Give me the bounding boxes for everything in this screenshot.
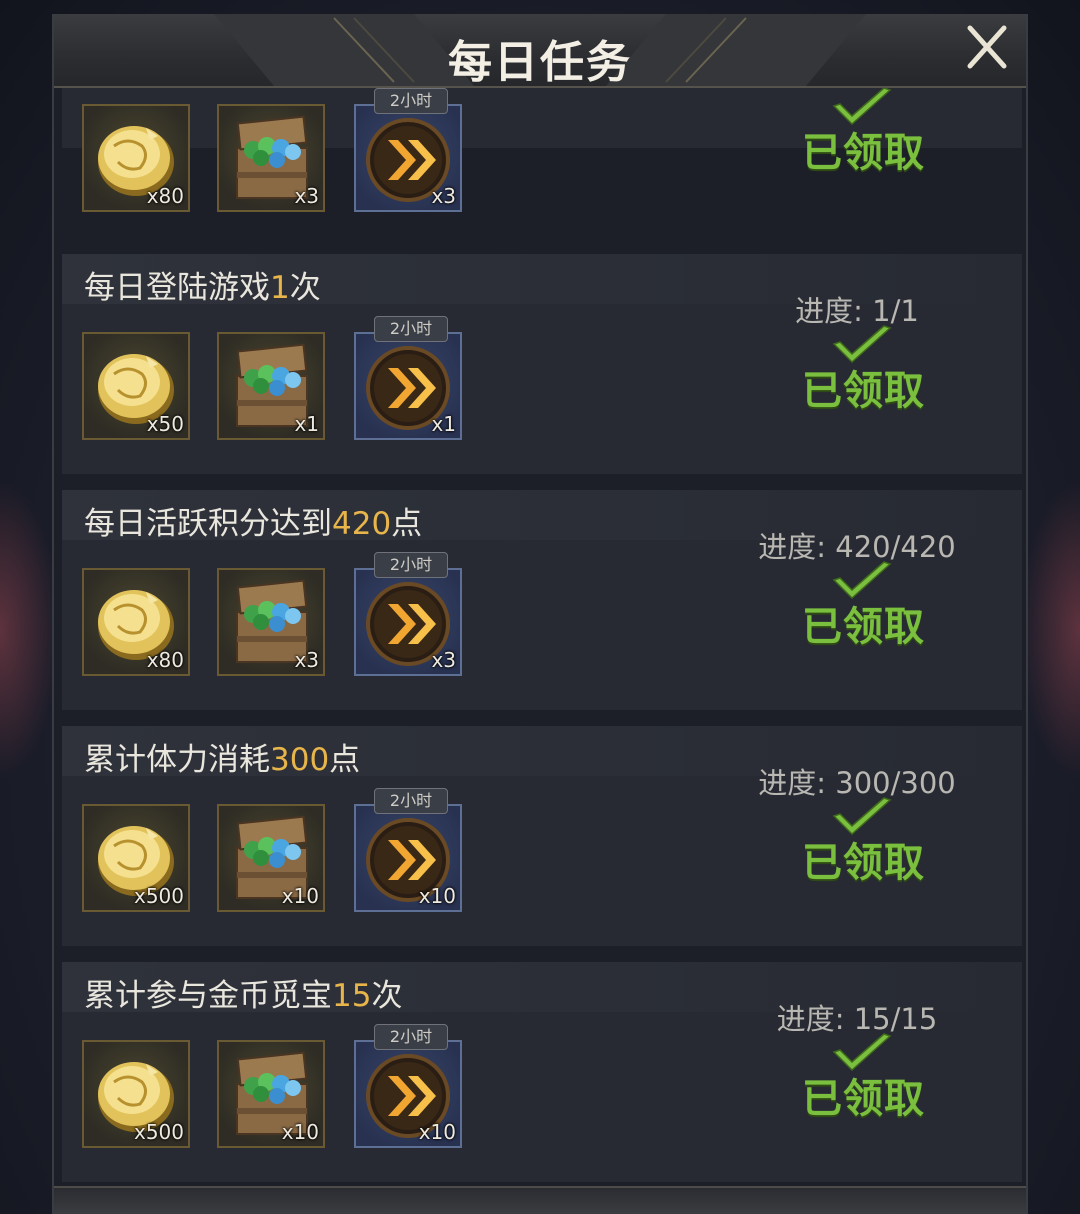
task-name-text: 每日登陆游戏 xyxy=(84,270,270,306)
claimed-status: 已领取 xyxy=(802,1033,942,1124)
claimed-status: 已领取 xyxy=(802,797,942,888)
reward-quantity: x10 xyxy=(418,1120,456,1144)
reward-quantity: x3 xyxy=(294,184,319,208)
claimed-label: 已领取 xyxy=(802,1076,925,1122)
claimed-label: 已领取 xyxy=(802,368,925,414)
reward-quantity: x3 xyxy=(294,648,319,672)
task-name: 每日登陆游戏1次 xyxy=(84,262,321,307)
reward-quantity: x3 xyxy=(431,648,456,672)
speedup-reward[interactable]: 2小时 x1 xyxy=(354,316,462,440)
task-name: 累计参与金币觅宝15次 xyxy=(84,970,402,1015)
gold-coin-reward[interactable]: x50 xyxy=(82,332,190,440)
task-row: 每日活跃积分达到420点 进度: 420/420 x80 x3 2小时 x3 已领取 xyxy=(62,490,1022,710)
claimed-status: 已领取 xyxy=(802,325,942,416)
gold-coin-reward[interactable]: x500 xyxy=(82,1040,190,1148)
speedup-reward[interactable]: 2小时 x10 xyxy=(354,1024,462,1148)
reward-quantity: x50 xyxy=(146,412,184,436)
duration-tag: 2小时 xyxy=(374,552,448,578)
resource-chest-reward[interactable]: x10 xyxy=(217,1040,325,1148)
task-name-text: 点 xyxy=(391,506,423,542)
task-name-text: 累计参与金币觅宝 xyxy=(84,978,332,1014)
resource-chest-reward[interactable]: x10 xyxy=(217,804,325,912)
background-glow xyxy=(0,480,60,780)
resource-chest-reward[interactable]: x3 xyxy=(217,104,325,212)
task-target-value: 420 xyxy=(332,506,392,542)
resource-chest-reward[interactable]: x3 xyxy=(217,568,325,676)
gold-coin-reward[interactable]: x500 xyxy=(82,804,190,912)
reward-quantity: x80 xyxy=(146,648,184,672)
duration-tag: 2小时 xyxy=(374,1024,448,1050)
claimed-status: 已领取 xyxy=(802,88,942,178)
task-name-text: 累计体力消耗 xyxy=(84,742,270,778)
gold-coin-reward[interactable]: x80 xyxy=(82,104,190,212)
task-target-value: 15 xyxy=(332,978,372,1014)
task-row: 累计体力消耗300点 进度: 300/300 x500 x10 2小时 x10 已领取 xyxy=(62,726,1022,946)
task-name-text: 每日活跃积分达到 xyxy=(84,506,332,542)
duration-tag: 2小时 xyxy=(374,88,448,114)
reward-quantity: x500 xyxy=(133,1120,184,1144)
background-glow xyxy=(1020,480,1080,780)
speedup-reward[interactable]: 2小时 x10 xyxy=(354,788,462,912)
speedup-reward[interactable]: 2小时 x3 xyxy=(354,88,462,212)
reward-quantity: x80 xyxy=(146,184,184,208)
task-name-text: 点 xyxy=(329,742,361,778)
duration-tag: 2小时 xyxy=(374,316,448,342)
task-list[interactable]: x80 x3 2小时 x3 已领取 每日登陆游戏1次 进度: 1/1 x50 x1 2小时 x1 已领… xyxy=(54,88,1026,1198)
claimed-status: 已领取 xyxy=(802,561,942,652)
reward-quantity: x10 xyxy=(418,884,456,908)
reward-quantity: x1 xyxy=(294,412,319,436)
task-name: 每日活跃积分达到420点 xyxy=(84,498,422,543)
gold-coin-reward[interactable]: x80 xyxy=(82,568,190,676)
daily-tasks-panel: 每日任务 x80 x3 2小时 x3 已领取 每日登陆游戏1次 进度: 1/1 x50 x1 2小… xyxy=(52,14,1028,1214)
close-icon[interactable] xyxy=(962,22,1012,72)
claimed-label: 已领取 xyxy=(802,130,925,176)
claimed-label: 已领取 xyxy=(802,840,925,886)
title-bar: 每日任务 xyxy=(54,14,1026,88)
task-name-text: 次 xyxy=(371,978,403,1014)
task-name: 累计体力消耗300点 xyxy=(84,734,360,779)
claimed-label: 已领取 xyxy=(802,604,925,650)
task-name-text: 次 xyxy=(289,270,321,306)
task-target-value: 1 xyxy=(270,270,290,306)
panel-bottom-border xyxy=(54,1186,1026,1214)
window-title: 每日任务 xyxy=(448,37,632,88)
task-target-value: 300 xyxy=(270,742,330,778)
reward-quantity: x1 xyxy=(431,412,456,436)
task-row: 每日登陆游戏1次 进度: 1/1 x50 x1 2小时 x1 已领取 xyxy=(62,254,1022,474)
task-row: 累计参与金币觅宝15次 进度: 15/15 x500 x10 2小时 x10 已领取 xyxy=(62,962,1022,1182)
reward-quantity: x10 xyxy=(281,884,319,908)
duration-tag: 2小时 xyxy=(374,788,448,814)
reward-quantity: x3 xyxy=(431,184,456,208)
speedup-reward[interactable]: 2小时 x3 xyxy=(354,552,462,676)
resource-chest-reward[interactable]: x1 xyxy=(217,332,325,440)
reward-quantity: x500 xyxy=(133,884,184,908)
task-row: x80 x3 2小时 x3 已领取 xyxy=(62,88,1022,212)
reward-quantity: x10 xyxy=(281,1120,319,1144)
